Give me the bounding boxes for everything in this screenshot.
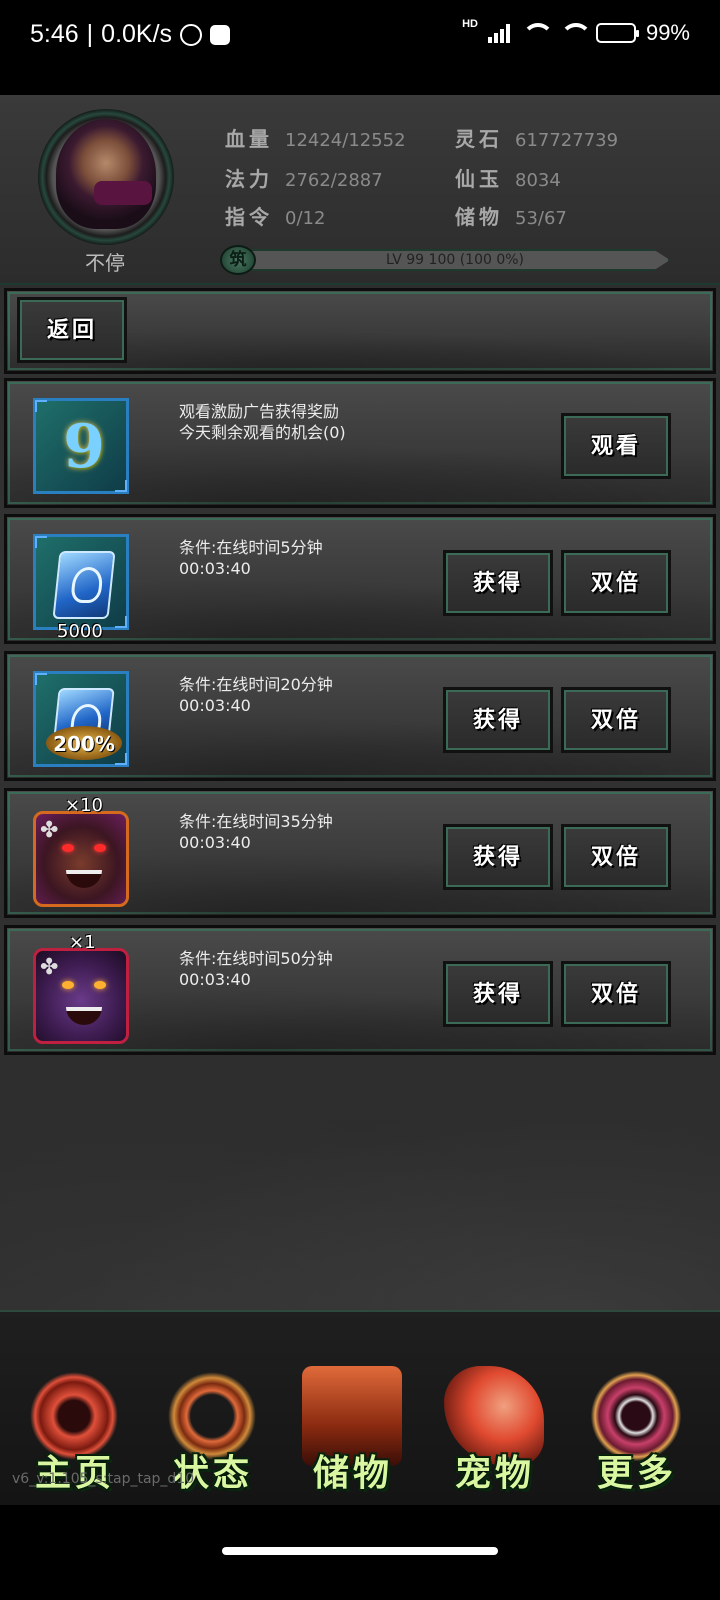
reward-panel: ×10 ✤ 条件:在线时间35分钟 00:03:40 获得 双倍 [4,788,716,918]
reward-description: 条件:在线时间5分钟 00:03:40 [179,537,323,579]
home-indicator[interactable] [222,1547,498,1555]
wifi-icon [520,23,554,43]
clover-icon: ✤ [40,818,59,843]
get-button[interactable]: 获得 [443,824,553,890]
avatar[interactable] [38,109,174,245]
double-button[interactable]: 双倍 [561,961,671,1027]
reward-timer: 00:03:40 [179,833,251,852]
reward-condition: 条件:在线时间50分钟 [179,949,333,968]
avatar-status: 不停 [85,251,125,275]
alarm-icon [180,23,203,46]
clock: 5:46 [30,20,79,48]
app-notification-icon [210,24,231,45]
status-right: HD 99% [462,18,690,46]
player-header: 不停 血量 12424/12552 灵石 617727739 法力 2762/2887… [0,95,720,285]
reward-condition: 条件:在线时间5分钟 [179,538,323,557]
double-button[interactable]: 双倍 [561,687,671,753]
double-button[interactable]: 双倍 [561,824,671,890]
reward-panel: 5000 条件:在线时间5分钟 00:03:40 获得 双倍 [4,514,716,644]
status-left: 5:46 | 0.0K/s [30,20,231,49]
nav-more-label: 更多 [596,1452,677,1494]
reward-timer: 00:03:40 [179,970,251,989]
nine-icon: 9 [63,412,105,482]
ad-reward-panel: 9 观看激励广告获得奖励 今天剩余观看的机会(0) 观看 [4,378,716,508]
signal-icon [487,23,510,43]
crystal-card-icon [33,534,129,630]
reward-quantity: ×1 [69,932,96,953]
stat-mana: 法力 2762/2887 [225,167,383,191]
reward-condition: 条件:在线时间35分钟 [179,812,333,831]
reward-panel: 200% 条件:在线时间20分钟 00:03:40 获得 双倍 [4,651,716,781]
nav-more[interactable]: 更多 [572,1336,702,1496]
nav-home-label: 主页 [34,1452,115,1494]
nav-storage[interactable]: 储物 [288,1336,418,1496]
double-button[interactable]: 双倍 [561,550,671,616]
back-panel: 返回 [4,288,716,374]
reward-condition: 条件:在线时间20分钟 [179,675,333,694]
realm-badge: 筑 [220,245,256,275]
reward-quantity: 5000 [57,621,103,642]
hotspot-icon [558,23,592,43]
reward-description: 条件:在线时间35分钟 00:03:40 [179,811,333,853]
back-button[interactable]: 返回 [17,297,127,363]
battery-icon [595,23,639,43]
clover-icon: ✤ [40,955,59,980]
reward-quantity: ×10 [65,795,103,816]
reward-panel: ×1 ✤ 条件:在线时间50分钟 00:03:40 获得 双倍 [4,925,716,1055]
nav-storage-label: 储物 [312,1452,393,1494]
game-screen: 不停 血量 12424/12552 灵石 617727739 法力 2762/2887… [0,95,720,1505]
battery-percent: 99% [645,20,690,45]
ad-line-2: 今天剩余观看的机会(0) [179,423,346,442]
ad-line-1: 观看激励广告获得奖励 [179,402,340,421]
nav-status-label: 状态 [172,1452,253,1494]
ad-reward-icon: 9 [33,398,129,494]
stat-spirit-stone: 灵石 617727739 [455,127,619,151]
reward-timer: 00:03:40 [179,696,251,715]
nav-pet[interactable]: 宠物 [430,1336,560,1496]
hd-label: HD [462,18,478,30]
bonus-badge: 200% [53,732,115,756]
reward-description: 条件:在线时间20分钟 00:03:40 [179,674,333,716]
stat-hp: 血量 12424/12552 [225,127,406,151]
get-button[interactable]: 获得 [443,687,553,753]
version-text: v6_v:1.105_s:tap_tap_d10 [12,1471,195,1487]
stat-jade: 仙玉 8034 [455,167,561,191]
ad-description: 观看激励广告获得奖励 今天剩余观看的机会(0) [179,401,346,443]
reward-timer: 00:03:40 [179,559,251,578]
get-button[interactable]: 获得 [443,961,553,1027]
watch-ad-button[interactable]: 观看 [561,413,671,479]
stat-commands: 指令 0/12 [225,205,326,229]
network-speed: 0.0K/s [101,20,173,48]
demon-portrait-icon: ✤ [33,948,129,1044]
avatar-portrait [56,119,156,229]
status-bar: 5:46 | 0.0K/s HD 99% [0,0,720,70]
level-bar: 筑 LV 99 100 (100 0%) [220,245,672,275]
get-button[interactable]: 获得 [443,550,553,616]
crystal-bonus-card-icon: 200% [33,671,129,767]
nav-pet-label: 宠物 [454,1452,535,1494]
demon-portrait-icon: ✤ [33,811,129,907]
divider: | [86,20,94,48]
stat-storage: 储物 53/67 [455,205,567,229]
level-text: LV 99 100 (100 0%) [385,252,525,268]
reward-description: 条件:在线时间50分钟 00:03:40 [179,948,333,990]
